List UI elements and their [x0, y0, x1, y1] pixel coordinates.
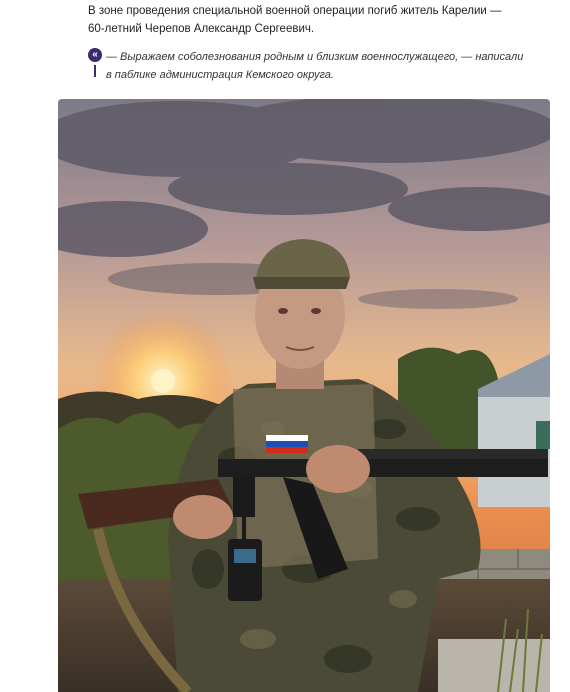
article-page: В зоне проведения специальной военной оп… — [0, 0, 570, 692]
flag-patch — [266, 435, 308, 453]
quote-divider — [94, 65, 96, 77]
quote-icon: « — [88, 48, 102, 62]
quote-text: — Выражаем соболезнования родным и близк… — [106, 51, 524, 81]
soldier-sunset-photo — [58, 99, 550, 692]
article-lead-paragraph: В зоне проведения специальной военной оп… — [88, 5, 502, 35]
article-photo — [58, 99, 550, 692]
